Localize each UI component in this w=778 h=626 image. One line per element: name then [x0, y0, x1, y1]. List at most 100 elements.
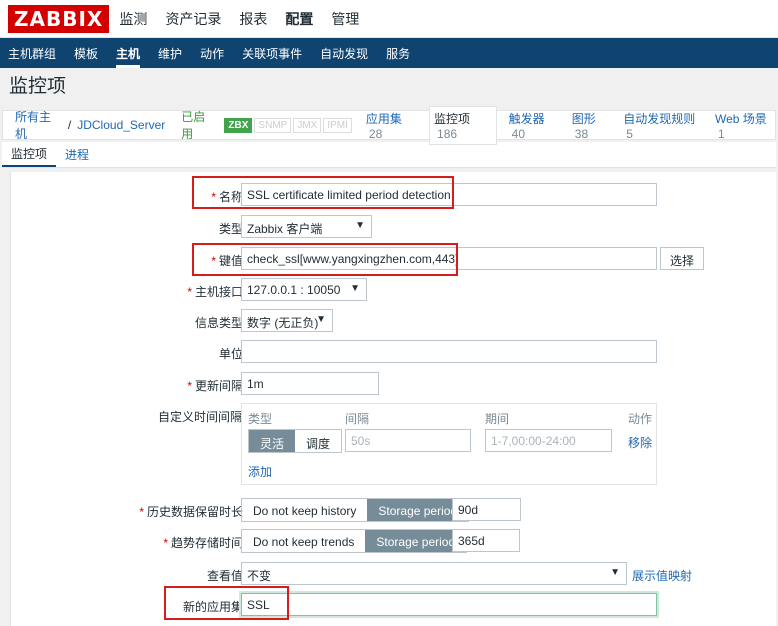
chevron-down-icon: ▼ — [610, 567, 620, 578]
sub-nav: 主机群组 模板 主机 维护 动作 关联项事件 自动发现 服务 — [0, 38, 778, 68]
custom-interval-input[interactable]: 50s — [345, 429, 471, 452]
tab-preprocessing[interactable]: 进程 — [56, 142, 98, 167]
tab-item[interactable]: 监控项 — [2, 142, 57, 167]
applications-label: 应用集 — [365, 111, 402, 126]
add-interval-link[interactable]: 添加 — [248, 463, 272, 480]
web-scenarios-label: Web 场景 — [714, 111, 767, 126]
interval-label-text: 更新间隔 — [194, 379, 243, 393]
chevron-down-icon: ▼ — [350, 283, 360, 294]
custom-intervals-table: 类型 间隔 期间 动作 灵活 调度 50s 1-7,00:00-24:00 移除… — [241, 403, 657, 485]
applications-count: 28 — [368, 126, 383, 141]
trends-label: * 趋势存储时间 — [163, 534, 243, 551]
required-mark: * — [187, 285, 192, 299]
key-select-button[interactable]: 选择 — [660, 247, 705, 270]
trends-mode-toggle: Do not keep trends Storage period — [241, 529, 468, 553]
interval-type-toggle: 灵活 调度 — [248, 429, 343, 453]
required-mark: * — [139, 505, 144, 519]
history-period-input[interactable]: 90d — [452, 498, 521, 521]
discovery-rules-count: 5 — [626, 126, 633, 141]
items-count: 186 — [437, 126, 458, 141]
topnav-inventory[interactable]: 资产记录 — [165, 9, 221, 29]
custom-intervals-label: 自定义时间间隔 — [157, 410, 242, 424]
interval-label: * 更新间隔 — [187, 377, 243, 394]
topnav-administration[interactable]: 管理 — [331, 9, 359, 29]
show-value-mappings-link[interactable]: 展示值映射 — [632, 567, 692, 584]
breadcrumb-triggers[interactable]: 触发器40 — [509, 110, 560, 141]
interval-input[interactable]: 1m — [241, 372, 379, 395]
valuemap-label: 查看值 — [206, 569, 243, 583]
row-interface: * 主机接口 127.0.0.1 : 10050 ▼ — [11, 278, 777, 301]
topnav-configuration[interactable]: 配置 — [285, 9, 313, 29]
breadcrumb-host[interactable]: JDCloud_Server — [77, 118, 165, 132]
topnav-reports[interactable]: 报表 — [239, 9, 267, 29]
subnav-services[interactable]: 服务 — [386, 38, 410, 68]
flexible-option[interactable]: 灵活 — [249, 430, 296, 452]
breadcrumb-separator: / — [67, 118, 72, 132]
type-label: 类型 — [218, 222, 243, 236]
subnav-actions[interactable]: 动作 — [200, 38, 224, 68]
top-bar: ZABBIX 监测 资产记录 报表 配置 管理 — [0, 0, 778, 38]
highlight-key-row — [192, 243, 458, 276]
remove-interval-link[interactable]: 移除 — [628, 434, 652, 451]
availability-jmx-badge: JMX — [293, 117, 322, 133]
required-mark: * — [187, 379, 192, 393]
history-label-text: 历史数据保留时长 — [146, 505, 243, 519]
interface-select-value: 127.0.0.1 : 10050 — [247, 283, 341, 297]
info-type-select-value: 数字 (无正负) — [247, 316, 319, 330]
topnav-monitoring[interactable]: 监测 — [119, 9, 147, 29]
required-mark: * — [163, 536, 168, 550]
subnav-maintenance[interactable]: 维护 — [158, 38, 182, 68]
type-select[interactable]: Zabbix 客户端 ▼ — [241, 215, 372, 238]
col-period: 期间 — [485, 412, 510, 426]
graphs-label: 图形 — [571, 111, 596, 126]
trends-label-text: 趋势存储时间 — [170, 536, 243, 550]
col-type: 类型 — [248, 412, 273, 426]
interface-label: * 主机接口 — [187, 283, 243, 300]
scheduling-option[interactable]: 调度 — [295, 430, 341, 452]
web-scenarios-count: 1 — [717, 126, 725, 141]
subnav-correlation[interactable]: 关联项事件 — [242, 38, 302, 68]
breadcrumb-all-hosts[interactable]: 所有主机 — [15, 108, 62, 142]
info-type-label: 信息类型 — [194, 316, 243, 330]
interface-label-text: 主机接口 — [194, 285, 243, 299]
units-label: 单位 — [218, 347, 243, 361]
item-form: * 名称 SSL certificate limited period detec… — [10, 172, 776, 626]
subnav-discovery[interactable]: 自动发现 — [320, 38, 368, 68]
subnav-hosts[interactable]: 主机 — [116, 38, 140, 68]
valuemap-select-value: 不变 — [247, 569, 272, 583]
history-no-keep-option[interactable]: Do not keep history — [242, 499, 367, 521]
chevron-down-icon: ▼ — [355, 220, 365, 231]
col-interval: 间隔 — [345, 412, 370, 426]
history-mode-toggle: Do not keep history Storage period — [241, 498, 470, 522]
highlight-name-row — [192, 176, 454, 209]
form-tabs: 监控项 进程 — [2, 142, 776, 168]
breadcrumb-web-scenarios[interactable]: Web 场景1 — [715, 110, 775, 141]
triggers-count: 40 — [511, 126, 526, 141]
type-select-value: Zabbix 客户端 — [247, 222, 323, 236]
units-input[interactable] — [241, 340, 657, 363]
subnav-templates[interactable]: 模板 — [74, 38, 98, 68]
custom-period-input[interactable]: 1-7,00:00-24:00 — [485, 429, 612, 452]
breadcrumb-discovery-rules[interactable]: 自动发现规则5 — [623, 110, 703, 141]
row-info-type: 信息类型 数字 (无正负) ▼ — [11, 309, 777, 332]
breadcrumb-graphs[interactable]: 图形38 — [572, 110, 611, 141]
chevron-down-icon: ▼ — [316, 314, 326, 325]
discovery-rules-label: 自动发现规则 — [623, 111, 696, 126]
subnav-host-groups[interactable]: 主机群组 — [8, 38, 56, 68]
items-label: 监控项 — [434, 111, 471, 126]
zabbix-logo[interactable]: ZABBIX — [8, 4, 110, 33]
availability-zbx-badge: ZBX — [224, 117, 253, 133]
trends-period-input[interactable]: 365d — [452, 529, 520, 552]
breadcrumb: 所有主机 / JDCloud_Server 已启用 ZBX SNMP JMX I… — [2, 105, 776, 145]
new-application-input[interactable]: SSL — [241, 593, 657, 616]
availability-snmp-badge: SNMP — [254, 117, 292, 133]
breadcrumb-items[interactable]: 监控项186 — [429, 105, 497, 145]
breadcrumb-applications[interactable]: 应用集28 — [366, 110, 417, 141]
info-type-select[interactable]: 数字 (无正负) ▼ — [241, 309, 333, 332]
interface-select[interactable]: 127.0.0.1 : 10050 ▼ — [241, 278, 367, 301]
col-action: 动作 — [628, 412, 653, 426]
triggers-label: 触发器 — [508, 111, 545, 126]
host-status-enabled[interactable]: 已启用 — [181, 108, 216, 142]
trends-no-keep-option[interactable]: Do not keep trends — [242, 530, 365, 552]
valuemap-select[interactable]: 不变 ▼ — [241, 562, 627, 585]
